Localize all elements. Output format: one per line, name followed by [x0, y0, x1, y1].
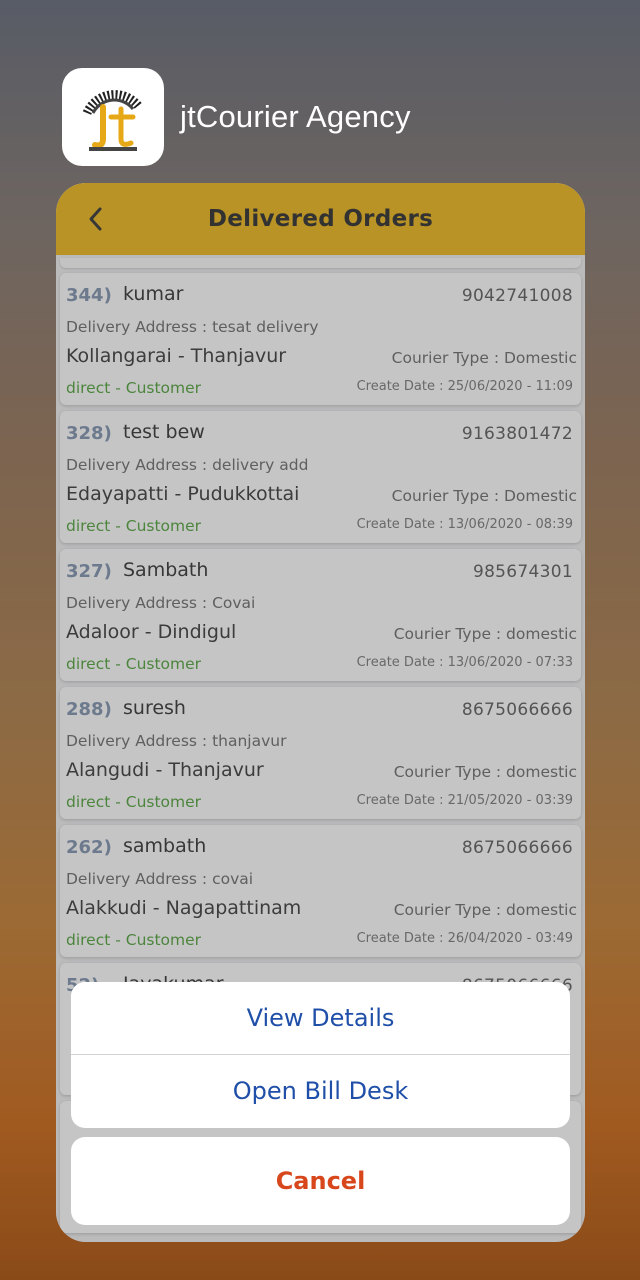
app-title: jtCourier Agency	[180, 99, 411, 134]
create-date: Create Date : 13/06/2020 - 07:33	[356, 655, 573, 670]
top-bar: Delivered Orders	[56, 183, 585, 255]
courier-type: Courier Type : domestic	[393, 763, 577, 781]
order-source: direct - Customer	[66, 793, 202, 811]
action-sheet: View Details Open Bill Desk	[71, 982, 570, 1128]
courier-type: Courier Type : Domestic	[391, 487, 577, 505]
list-item-partial	[60, 258, 581, 268]
jt-logo-icon	[62, 68, 164, 166]
view-details-button[interactable]: View Details	[71, 982, 570, 1054]
order-card[interactable]: 327) Sambath 985674301 Delivery Address …	[60, 549, 581, 681]
customer-phone: 8675066666	[461, 700, 573, 720]
order-source: direct - Customer	[66, 379, 202, 397]
customer-phone: 985674301	[472, 562, 573, 582]
create-date: Create Date : 26/04/2020 - 03:49	[356, 931, 573, 946]
create-date: Create Date : 21/05/2020 - 03:39	[356, 793, 573, 808]
order-number: 288)	[66, 699, 112, 720]
chevron-left-icon	[89, 207, 102, 231]
customer-phone: 9163801472	[461, 424, 573, 444]
customer-phone: 9042741008	[461, 286, 573, 306]
create-date: Create Date : 25/06/2020 - 11:09	[356, 379, 573, 394]
customer-name: test bew	[123, 421, 205, 443]
order-card[interactable]: 328) test bew 9163801472 Delivery Addres…	[60, 411, 581, 543]
page-title: Delivered Orders	[207, 206, 434, 232]
open-bill-desk-button[interactable]: Open Bill Desk	[71, 1055, 570, 1127]
customer-name: kumar	[123, 283, 184, 305]
customer-phone: 8675066666	[461, 838, 573, 858]
customer-name: sambath	[123, 835, 207, 857]
order-number: 327)	[66, 561, 112, 582]
courier-type: Courier Type : domestic	[393, 901, 577, 919]
delivery-address: Delivery Address : delivery add	[66, 456, 309, 474]
order-number: 262)	[66, 837, 112, 858]
order-card[interactable]: 344) kumar 9042741008 Delivery Address :…	[60, 273, 581, 405]
delivery-area: Alakkudi - Nagapattinam	[66, 897, 302, 919]
order-source: direct - Customer	[66, 931, 202, 949]
customer-name: suresh	[123, 697, 186, 719]
delivery-area: Edayapatti - Pudukkottai	[66, 483, 300, 505]
app-header: jtCourier Agency	[62, 68, 411, 166]
delivery-address: Delivery Address : tesat delivery	[66, 318, 319, 336]
delivery-address: Delivery Address : Covai	[66, 594, 256, 612]
delivery-area: Alangudi - Thanjavur	[66, 759, 264, 781]
order-card[interactable]: 262) sambath 8675066666 Delivery Address…	[60, 825, 581, 957]
order-source: direct - Customer	[66, 517, 202, 535]
cancel-button[interactable]: Cancel	[71, 1137, 570, 1225]
create-date: Create Date : 13/06/2020 - 08:39	[356, 517, 573, 532]
order-number: 344)	[66, 285, 112, 306]
order-number: 328)	[66, 423, 112, 444]
courier-type: Courier Type : Domestic	[391, 349, 577, 367]
order-source: direct - Customer	[66, 655, 202, 673]
back-button[interactable]	[76, 197, 116, 241]
customer-name: Sambath	[123, 559, 209, 581]
courier-type: Courier Type : domestic	[393, 625, 577, 643]
delivery-area: Kollangarai - Thanjavur	[66, 345, 287, 367]
order-card[interactable]: 288) suresh 8675066666 Delivery Address …	[60, 687, 581, 819]
delivery-address: Delivery Address : covai	[66, 870, 254, 888]
delivery-address: Delivery Address : thanjavur	[66, 732, 287, 750]
delivery-area: Adaloor - Dindigul	[66, 621, 237, 643]
